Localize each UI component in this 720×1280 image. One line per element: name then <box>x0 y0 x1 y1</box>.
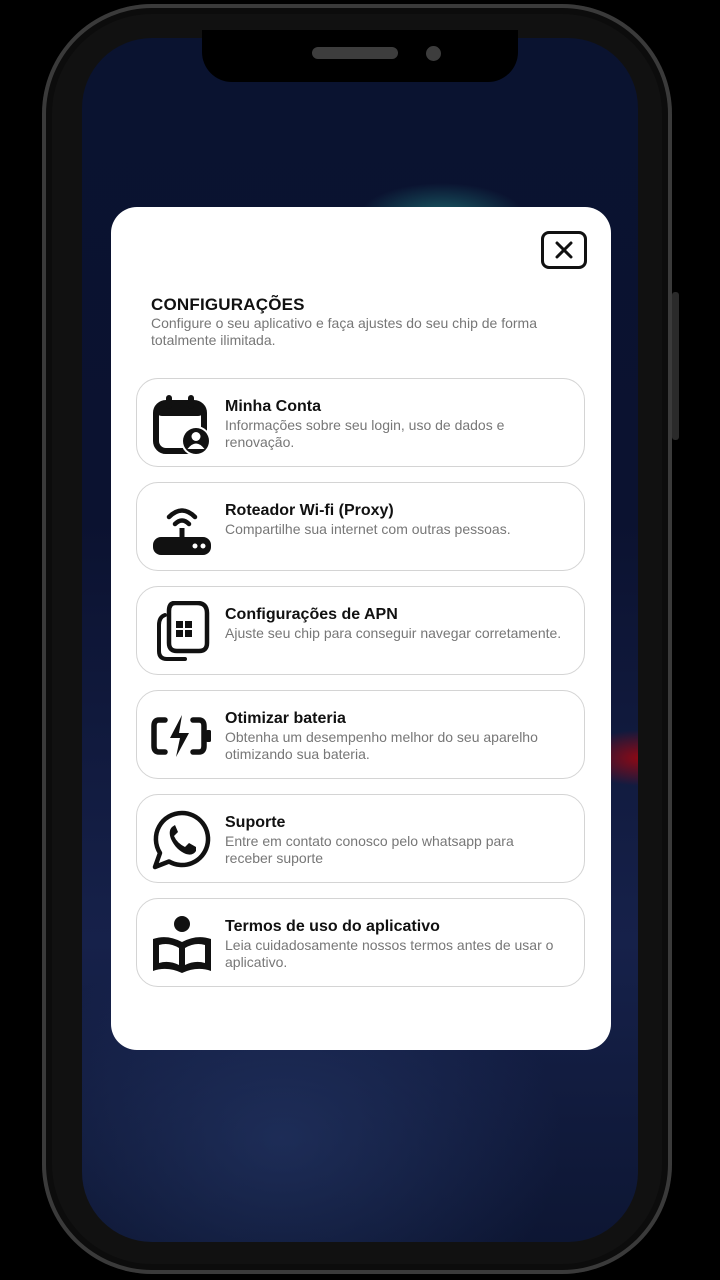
close-icon <box>555 241 573 259</box>
menu-item-suporte[interactable]: Suporte Entre em contato conosco pelo wh… <box>136 794 585 883</box>
menu-item-description: Informações sobre seu login, uso de dado… <box>225 417 505 450</box>
menu-item-title: Configurações de APN <box>225 606 398 623</box>
whatsapp-icon <box>151 809 213 871</box>
menu-item-description: Entre em contato conosco pelo whatsapp p… <box>225 833 514 866</box>
page-subtitle: Configure o seu aplicativo e faça ajuste… <box>151 315 538 348</box>
menu-item-configuracoes-apn[interactable]: Configurações de APN Ajuste seu chip par… <box>136 586 585 675</box>
menu-item-otimizar-bateria[interactable]: Otimizar bateria Obtenha um desempenho m… <box>136 690 585 779</box>
page-title: CONFIGURAÇÕES <box>151 295 305 314</box>
sim-card-icon <box>151 601 213 663</box>
phone-side-button <box>672 292 679 440</box>
menu-item-description: Ajuste seu chip para conseguir navegar c… <box>225 625 562 641</box>
close-button[interactable] <box>541 231 587 269</box>
settings-modal: CONFIGURAÇÕES Configure o seu aplicativo… <box>111 207 611 1050</box>
battery-charging-icon <box>151 705 213 767</box>
menu-item-roteador-wifi[interactable]: Roteador Wi-fi (Proxy) Compartilhe sua i… <box>136 482 585 571</box>
phone-camera <box>426 46 441 61</box>
phone-speaker <box>312 47 398 59</box>
calendar-user-icon <box>151 393 213 455</box>
settings-list: Minha Conta Informações sobre seu login,… <box>136 378 585 1002</box>
menu-item-minha-conta[interactable]: Minha Conta Informações sobre seu login,… <box>136 378 585 467</box>
wifi-router-icon <box>151 497 213 559</box>
menu-item-title: Otimizar bateria <box>225 710 346 727</box>
menu-item-description: Leia cuidadosamente nossos termos antes … <box>225 937 554 970</box>
menu-item-title: Termos de uso do aplicativo <box>225 918 440 935</box>
reading-book-icon <box>151 913 213 975</box>
menu-item-termos-de-uso[interactable]: Termos de uso do aplicativo Leia cuidado… <box>136 898 585 987</box>
menu-item-title: Suporte <box>225 814 286 831</box>
menu-item-title: Roteador Wi-fi (Proxy) <box>225 502 394 519</box>
menu-item-title: Minha Conta <box>225 398 321 415</box>
menu-item-description: Compartilhe sua internet com outras pess… <box>225 521 511 537</box>
menu-item-description: Obtenha um desempenho melhor do seu apar… <box>225 729 538 762</box>
